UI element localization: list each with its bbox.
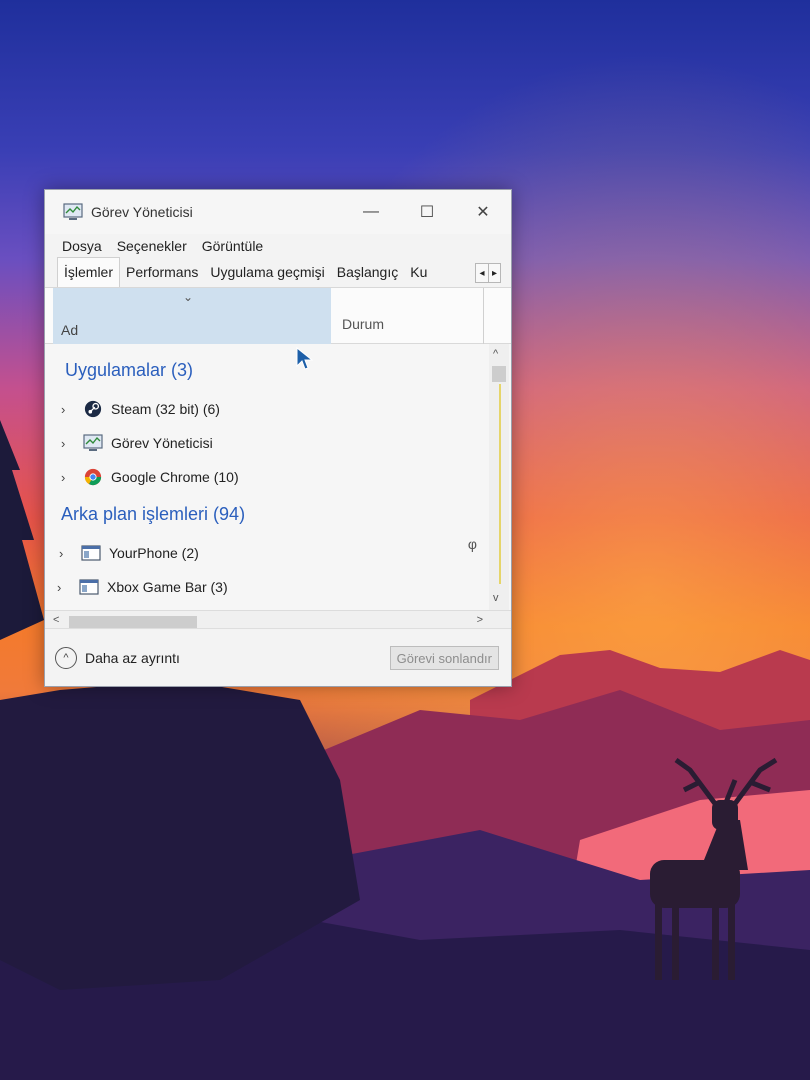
sort-chevron-icon: ⌄ bbox=[183, 290, 194, 304]
close-button[interactable]: ✕ bbox=[455, 190, 511, 234]
scroll-left-button[interactable]: < bbox=[53, 614, 59, 626]
list-item[interactable]: › Google Chrome (10) bbox=[61, 464, 239, 490]
process-name: Steam (32 bit) (6) bbox=[111, 401, 220, 417]
tab-strip: İşlemler Performans Uygulama geçmişi Baş… bbox=[45, 257, 511, 288]
scroll-up-button[interactable]: ^ bbox=[493, 348, 498, 360]
tab-app-history[interactable]: Uygulama geçmişi bbox=[204, 264, 330, 287]
task-manager-icon bbox=[83, 434, 103, 451]
column-divider[interactable] bbox=[483, 288, 484, 344]
process-name: Google Chrome (10) bbox=[111, 469, 239, 485]
app-window-icon bbox=[79, 579, 99, 595]
menu-file[interactable]: Dosya bbox=[62, 238, 102, 254]
fewer-details-label: Daha az ayrıntı bbox=[85, 649, 180, 666]
tab-scroll-buttons: ◂ ▸ bbox=[475, 263, 501, 283]
scroll-down-button[interactable]: v bbox=[493, 592, 499, 604]
expand-chevron-icon[interactable]: › bbox=[61, 436, 83, 451]
column-name-header[interactable]: ⌄ Ad bbox=[53, 288, 331, 344]
title-bar[interactable]: Görev Yöneticisi — ☐ ✕ bbox=[45, 190, 511, 234]
horizontal-scroll-thumb[interactable] bbox=[69, 616, 197, 628]
list-item[interactable]: › Steam (32 bit) (6) bbox=[61, 396, 220, 422]
list-item[interactable]: › Görev Yöneticisi bbox=[61, 430, 213, 456]
process-name: Xbox Game Bar (3) bbox=[107, 579, 228, 595]
expand-chevron-icon[interactable]: › bbox=[57, 580, 79, 595]
column-header: ⌄ Ad Durum bbox=[45, 288, 511, 344]
mouse-cursor-icon bbox=[296, 347, 314, 370]
tab-scroll-right-button[interactable]: ▸ bbox=[488, 264, 500, 282]
process-list[interactable]: Uygulamalar (3) › Steam (32 bit) (6) › G… bbox=[45, 344, 511, 610]
process-name: YourPhone (2) bbox=[109, 545, 199, 561]
column-status-header[interactable]: Durum bbox=[342, 316, 384, 332]
vertical-scrollbar[interactable]: ^ v bbox=[489, 344, 509, 610]
maximize-button[interactable]: ☐ bbox=[399, 190, 455, 234]
tab-startup[interactable]: Başlangıç bbox=[331, 264, 404, 287]
expand-chevron-icon[interactable]: › bbox=[61, 402, 83, 417]
expand-chevron-icon[interactable]: › bbox=[61, 470, 83, 485]
app-window-icon bbox=[81, 545, 101, 561]
menu-view[interactable]: Görüntüle bbox=[202, 238, 263, 254]
tab-performance[interactable]: Performans bbox=[120, 264, 204, 287]
list-item[interactable]: › Xbox Game Bar (3) bbox=[57, 574, 228, 600]
footer-bar: ^ Daha az ayrıntı Görevi sonlandır bbox=[45, 628, 511, 686]
menu-options[interactable]: Seçenekler bbox=[117, 238, 187, 254]
tab-scroll-left-button[interactable]: ◂ bbox=[476, 264, 488, 282]
minimize-button[interactable]: — bbox=[343, 190, 399, 234]
end-task-button[interactable]: Görevi sonlandır bbox=[389, 645, 499, 670]
pin-icon: φ bbox=[467, 536, 477, 552]
column-name-label: Ad bbox=[61, 322, 79, 338]
tab-users[interactable]: Ku bbox=[404, 264, 433, 287]
scroll-track-marker bbox=[499, 384, 501, 584]
window-title: Görev Yöneticisi bbox=[91, 204, 193, 220]
collapse-up-icon: ^ bbox=[55, 646, 77, 669]
group-background-heading: Arka plan işlemleri (94) bbox=[61, 504, 246, 524]
process-name: Görev Yöneticisi bbox=[111, 435, 213, 451]
chrome-icon bbox=[84, 468, 102, 486]
tab-processes[interactable]: İşlemler bbox=[57, 257, 121, 287]
expand-chevron-icon[interactable]: › bbox=[59, 546, 81, 561]
list-item[interactable]: › YourPhone (2) bbox=[59, 540, 199, 566]
scroll-right-button[interactable]: > bbox=[477, 614, 483, 626]
fewer-details-toggle[interactable]: ^ Daha az ayrıntı bbox=[55, 646, 390, 669]
group-apps-heading: Uygulamalar (3) bbox=[65, 360, 194, 380]
task-manager-icon bbox=[63, 203, 83, 220]
menu-bar: Dosya Seçenekler Görüntüle bbox=[45, 234, 511, 258]
task-manager-window[interactable]: Görev Yöneticisi — ☐ ✕ Dosya Seçenekler … bbox=[44, 189, 512, 687]
steam-icon bbox=[84, 400, 102, 418]
vertical-scroll-thumb[interactable] bbox=[492, 366, 506, 382]
